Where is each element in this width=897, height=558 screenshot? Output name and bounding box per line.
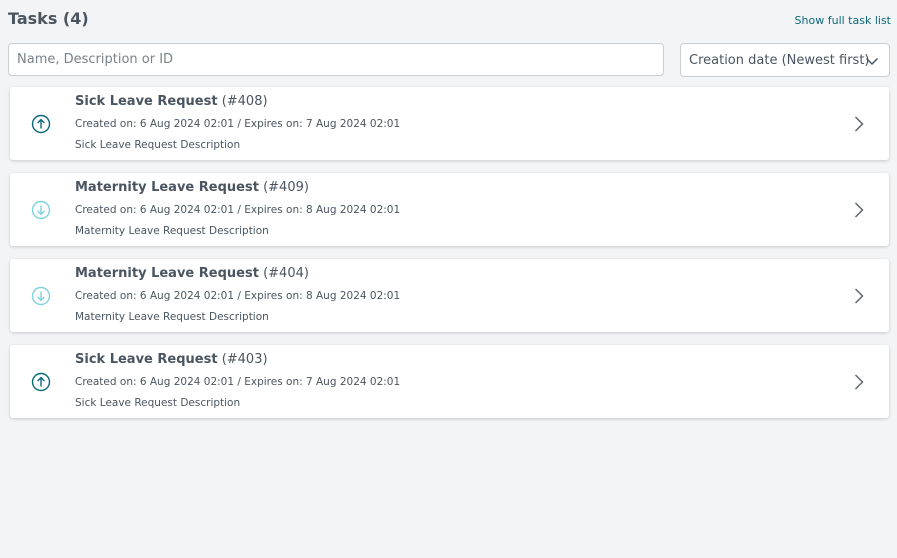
task-card[interactable]: Maternity Leave Request (#404) Created o… [10, 259, 889, 332]
chevron-right-icon [854, 116, 864, 132]
chevron-right-icon [854, 202, 864, 218]
task-id: (#409) [263, 180, 309, 195]
task-dates: Created on: 6 Aug 2024 02:01 / Expires o… [75, 376, 401, 388]
task-card[interactable]: Maternity Leave Request (#409) Created o… [10, 173, 889, 246]
task-card[interactable]: Sick Leave Request (#403) Created on: 6 … [10, 345, 889, 418]
task-dates: Created on: 6 Aug 2024 02:01 / Expires o… [75, 290, 401, 302]
task-description: Maternity Leave Request Description [75, 225, 269, 237]
task-card[interactable]: Sick Leave Request (#408) Created on: 6 … [10, 87, 889, 160]
task-id: (#403) [221, 352, 268, 367]
chevron-right-icon [854, 288, 864, 304]
sort-selected-value: Creation date (Newest first) [689, 53, 870, 68]
chevron-down-icon [865, 57, 879, 66]
task-description: Sick Leave Request Description [75, 397, 241, 409]
search-input[interactable] [8, 43, 664, 76]
task-title: Maternity Leave Request (#409) [75, 180, 309, 195]
show-full-task-list-link[interactable]: Show full task list [795, 14, 891, 27]
arrow-down-circle-icon [31, 200, 51, 220]
task-description: Sick Leave Request Description [75, 139, 241, 151]
task-name: Maternity Leave Request [75, 180, 259, 195]
task-id: (#408) [221, 94, 268, 109]
arrow-up-circle-icon [31, 372, 51, 392]
arrow-up-circle-icon [31, 114, 51, 134]
task-dates: Created on: 6 Aug 2024 02:01 / Expires o… [75, 118, 401, 130]
task-dates: Created on: 6 Aug 2024 02:01 / Expires o… [75, 204, 401, 216]
task-title: Sick Leave Request (#403) [75, 352, 268, 367]
task-name: Maternity Leave Request [75, 266, 259, 281]
task-id: (#404) [263, 266, 309, 281]
page-title: Tasks (4) [8, 9, 89, 28]
task-name: Sick Leave Request [75, 94, 218, 109]
tasks-header: Tasks (4) Show full task list [8, 8, 891, 32]
chevron-right-icon [854, 374, 864, 390]
task-title: Maternity Leave Request (#404) [75, 266, 309, 281]
task-title: Sick Leave Request (#408) [75, 94, 268, 109]
task-name: Sick Leave Request [75, 352, 218, 367]
arrow-down-circle-icon [31, 286, 51, 306]
task-description: Maternity Leave Request Description [75, 311, 269, 323]
sort-dropdown[interactable]: Creation date (Newest first) [680, 43, 890, 77]
